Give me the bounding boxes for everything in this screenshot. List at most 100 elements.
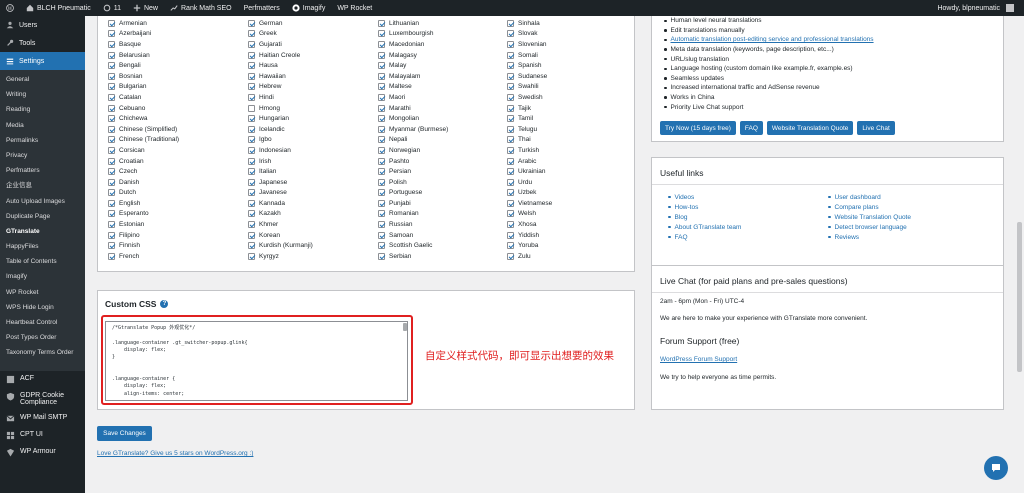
checkbox[interactable] <box>248 19 255 27</box>
language-option[interactable]: Yiddish <box>507 230 552 241</box>
feature-item[interactable]: Automatic translation post-editing servi… <box>664 35 874 45</box>
language-option[interactable]: Bosnian <box>108 71 179 82</box>
language-option[interactable]: Tajik <box>507 103 552 114</box>
checkbox[interactable] <box>108 157 115 165</box>
checkbox[interactable] <box>378 62 385 70</box>
live-chat-button[interactable]: Live Chat <box>857 121 895 135</box>
new-content-link[interactable]: New <box>127 0 164 16</box>
checkbox[interactable] <box>108 93 115 101</box>
useful-link[interactable]: Videos <box>668 192 741 202</box>
checkbox[interactable] <box>248 199 255 207</box>
language-option[interactable]: Portuguese <box>378 188 448 199</box>
checkbox[interactable] <box>108 221 115 229</box>
language-option[interactable]: Icelandic <box>248 124 313 135</box>
checkbox[interactable] <box>108 146 115 154</box>
faq-button[interactable]: FAQ <box>739 121 763 135</box>
language-option[interactable]: Lithuanian <box>378 18 448 29</box>
language-option[interactable]: Basque <box>108 39 179 50</box>
checkbox[interactable] <box>108 19 115 27</box>
language-option[interactable]: Hmong <box>248 103 313 114</box>
checkbox[interactable] <box>108 136 115 144</box>
checkbox[interactable] <box>378 252 385 260</box>
sidebar-subitem[interactable]: Table of Contents <box>0 254 85 269</box>
language-option[interactable]: Korean <box>248 230 313 241</box>
imagify-link[interactable]: Imagify <box>286 0 332 16</box>
rate-link[interactable]: Love GTranslate? Give us 5 stars on Word… <box>97 450 253 457</box>
checkbox[interactable] <box>507 40 514 48</box>
language-option[interactable]: Malagasy <box>378 50 448 61</box>
language-option[interactable]: Norwegian <box>378 145 448 156</box>
language-option[interactable]: Corsican <box>108 145 179 156</box>
checkbox[interactable] <box>378 157 385 165</box>
checkbox[interactable] <box>507 125 514 133</box>
language-option[interactable]: Esperanto <box>108 209 179 220</box>
checkbox[interactable] <box>507 51 514 59</box>
language-option[interactable]: Mongolian <box>378 113 448 124</box>
language-option[interactable]: Ukrainian <box>507 166 552 177</box>
checkbox[interactable] <box>378 242 385 250</box>
language-option[interactable]: Swahili <box>507 82 552 93</box>
language-option[interactable]: Sinhala <box>507 18 552 29</box>
language-option[interactable]: Maltese <box>378 82 448 93</box>
checkbox[interactable] <box>507 168 514 176</box>
language-option[interactable]: Scottish Gaelic <box>378 240 448 251</box>
language-option[interactable]: Hungarian <box>248 113 313 124</box>
language-option[interactable]: Kurdish (Kurmanji) <box>248 240 313 251</box>
wp-rocket-link[interactable]: WP Rocket <box>331 0 378 16</box>
checkbox[interactable] <box>378 178 385 186</box>
checkbox[interactable] <box>378 72 385 80</box>
checkbox[interactable] <box>248 125 255 133</box>
checkbox[interactable] <box>378 30 385 38</box>
language-option[interactable]: Samoan <box>378 230 448 241</box>
language-option[interactable]: Slovak <box>507 29 552 40</box>
checkbox[interactable] <box>248 178 255 186</box>
checkbox[interactable] <box>108 72 115 80</box>
checkbox[interactable] <box>378 125 385 133</box>
checkbox[interactable] <box>108 168 115 176</box>
language-option[interactable]: Japanese <box>248 177 313 188</box>
language-option[interactable]: Belarusian <box>108 50 179 61</box>
language-option[interactable]: Yoruba <box>507 240 552 251</box>
language-option[interactable]: Romanian <box>378 209 448 220</box>
sidebar-item-wp-mail-smtp[interactable]: WP Mail SMTP <box>0 410 85 427</box>
checkbox[interactable] <box>248 231 255 239</box>
checkbox[interactable] <box>507 83 514 91</box>
checkbox[interactable] <box>507 242 514 250</box>
checkbox[interactable] <box>248 83 255 91</box>
sidebar-item-wp-armour[interactable]: WP Armour <box>0 444 85 461</box>
language-option[interactable]: Hawaiian <box>248 71 313 82</box>
checkbox[interactable] <box>378 51 385 59</box>
language-option[interactable]: Estonian <box>108 219 179 230</box>
checkbox[interactable] <box>248 242 255 250</box>
language-option[interactable]: Indonesian <box>248 145 313 156</box>
useful-link[interactable]: Reviews <box>828 232 911 242</box>
language-option[interactable]: Finnish <box>108 240 179 251</box>
checkbox[interactable] <box>108 115 115 123</box>
checkbox[interactable] <box>507 189 514 197</box>
checkbox[interactable] <box>507 252 514 260</box>
chat-bubble-button[interactable] <box>984 456 1008 480</box>
checkbox[interactable] <box>108 104 115 112</box>
sidebar-subitem[interactable]: General <box>0 72 85 87</box>
useful-link[interactable]: FAQ <box>668 232 741 242</box>
language-option[interactable]: Gujarati <box>248 39 313 50</box>
language-option[interactable]: Azerbaijani <box>108 29 179 40</box>
checkbox[interactable] <box>248 189 255 197</box>
checkbox[interactable] <box>378 168 385 176</box>
checkbox[interactable] <box>248 72 255 80</box>
checkbox[interactable] <box>507 19 514 27</box>
checkbox[interactable] <box>378 93 385 101</box>
translation-quote-button[interactable]: Website Translation Quote <box>766 121 854 135</box>
language-option[interactable]: Marathi <box>378 103 448 114</box>
checkbox[interactable] <box>108 189 115 197</box>
checkbox[interactable] <box>108 210 115 218</box>
language-option[interactable]: Hebrew <box>248 82 313 93</box>
language-option[interactable]: Malay <box>378 60 448 71</box>
language-option[interactable]: Dutch <box>108 188 179 199</box>
save-changes-button[interactable]: Save Changes <box>97 426 152 441</box>
checkbox[interactable] <box>378 115 385 123</box>
checkbox[interactable] <box>108 51 115 59</box>
sidebar-item-tools[interactable]: Tools <box>0 34 85 52</box>
checkbox[interactable] <box>507 104 514 112</box>
language-option[interactable]: Igbo <box>248 135 313 146</box>
